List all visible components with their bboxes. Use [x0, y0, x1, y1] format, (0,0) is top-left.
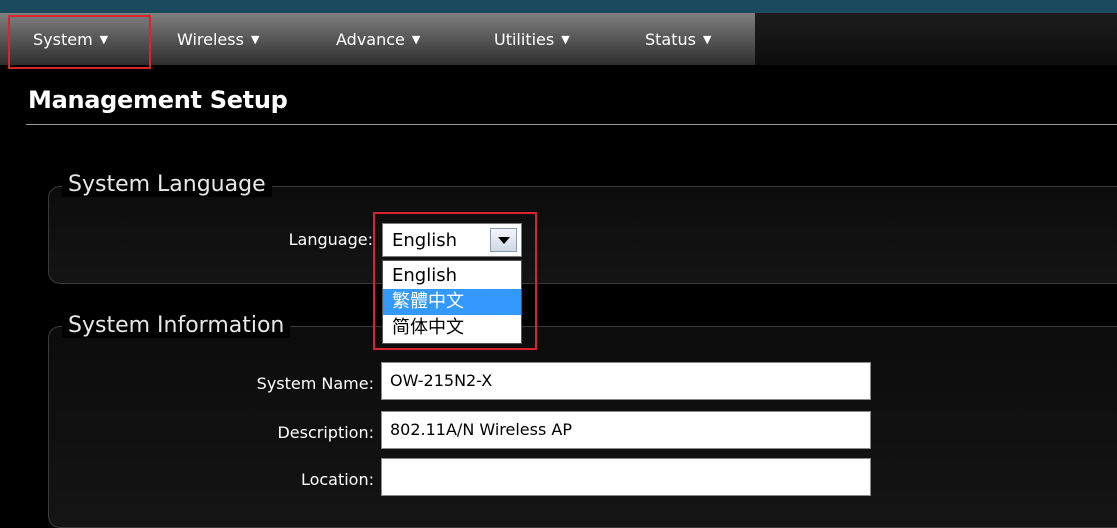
title-divider	[26, 124, 1117, 125]
nav-wireless[interactable]: Wireless ▼	[177, 14, 259, 66]
location-label: Location:	[300, 470, 374, 489]
chevron-down-icon: ▼	[411, 33, 421, 46]
nav-bar-filler	[755, 13, 1117, 65]
description-label: Description:	[277, 423, 374, 442]
system-name-field[interactable]: OW-215N2-X	[381, 362, 871, 400]
chevron-down-icon: ▼	[702, 33, 712, 46]
nav-utilities[interactable]: Utilities ▼	[494, 14, 570, 66]
nav-utilities-label: Utilities	[494, 30, 555, 49]
annotation-box-system	[8, 15, 151, 69]
system-name-label: System Name:	[256, 374, 374, 393]
nav-status-label: Status	[645, 30, 696, 49]
nav-status[interactable]: Status ▼	[645, 14, 711, 66]
language-label: Language:	[288, 230, 373, 249]
language-group	[48, 186, 1117, 284]
page-title: Management Setup	[28, 86, 288, 114]
chevron-down-icon: ▼	[561, 33, 570, 46]
nav-wireless-label: Wireless	[177, 30, 244, 49]
information-legend: System Information	[62, 313, 291, 338]
nav-advance[interactable]: Advance ▼	[336, 14, 420, 66]
language-legend: System Language	[62, 172, 272, 197]
annotation-box-language	[373, 212, 537, 350]
chevron-down-icon: ▼	[250, 33, 260, 46]
nav-advance-label: Advance	[336, 30, 405, 49]
location-field[interactable]	[381, 458, 871, 496]
top-strip	[0, 0, 1117, 13]
description-field[interactable]: 802.11A/N Wireless AP	[381, 411, 871, 449]
